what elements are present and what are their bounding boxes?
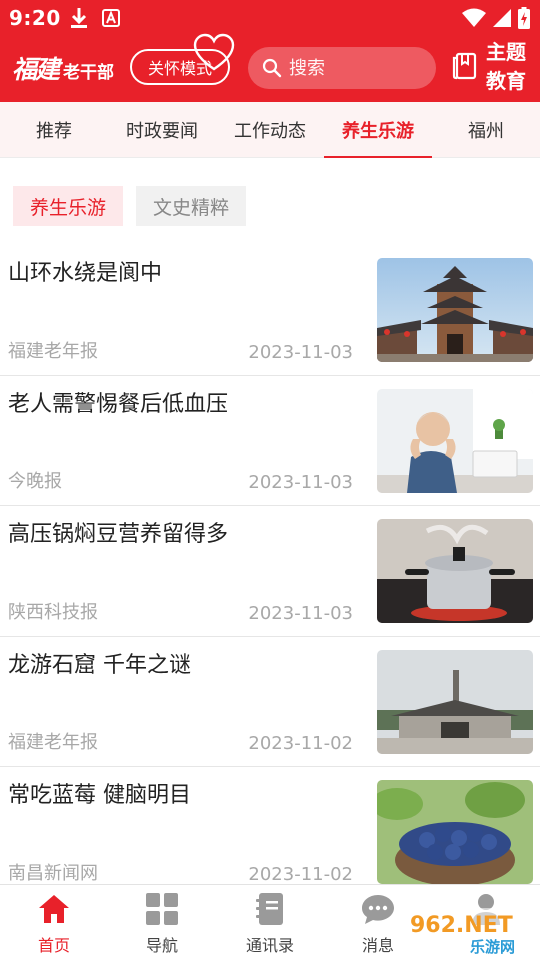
app-logo: 福建 老干部	[12, 50, 120, 86]
news-title: 高压锅焖豆营养留得多	[8, 522, 229, 547]
news-date: 2023-11-03	[248, 472, 353, 493]
logo-sub-text: 老干部	[63, 63, 115, 83]
news-source: 南昌新闻网	[8, 862, 98, 884]
nav-home-label: 首页	[37, 936, 70, 955]
home-icon	[39, 895, 69, 923]
news-title: 老人需警惕餐后低血压	[8, 391, 229, 417]
news-thumbnail-blueberries	[377, 780, 533, 884]
nav-contacts[interactable]: 通讯录	[216, 885, 324, 960]
news-date: 2023-11-03	[248, 602, 353, 624]
news-list: 山环水绕是阆中 福建老年报 2023-11-03 老人需警惕餐后低血压 今晚报 …	[0, 245, 540, 885]
nav-navigation[interactable]: 导航	[108, 885, 216, 960]
site-watermark: 962.NET 乐游网	[402, 908, 536, 956]
heart-icon	[193, 33, 235, 71]
search-input[interactable]	[289, 57, 429, 79]
theme-education-label: 主题 教育	[486, 38, 536, 96]
app-screen: 9:20 福建 老干部 关怀模式 搜索 主题 教育 推荐 时政要闻 工作动态 养…	[0, 0, 540, 960]
search-bar[interactable]	[248, 47, 436, 89]
theme-education-button[interactable]: 主题 教育	[452, 38, 536, 96]
tab-work-updates[interactable]: 工作动态	[216, 102, 324, 158]
news-thumbnail-pagoda-gate	[377, 258, 533, 362]
list-item[interactable]: 龙游石窟 千年之谜 福建老年报 2023-11-02	[0, 637, 540, 767]
chat-bubble-icon	[362, 895, 394, 924]
app-header: 9:20 福建 老干部 关怀模式 搜索 主题 教育	[0, 0, 540, 102]
battery-icon	[518, 7, 530, 29]
news-source: 福建老年报	[8, 340, 98, 362]
tab-politics-news[interactable]: 时政要闻	[108, 102, 216, 158]
tab-recommend[interactable]: 推荐	[0, 102, 108, 158]
list-item[interactable]: 山环水绕是阆中 福建老年报 2023-11-03	[0, 245, 540, 376]
news-source: 今晚报	[8, 471, 62, 492]
care-mode-button[interactable]: 关怀模式	[130, 33, 235, 85]
category-tabs: 推荐 时政要闻 工作动态 养生乐游 福州	[0, 102, 540, 158]
logo-brush-text: 福建	[12, 55, 60, 84]
news-title: 龙游石窟 千年之谜	[8, 652, 191, 678]
nav-navigation-label: 导航	[145, 936, 178, 955]
news-thumbnail-elderly-man	[377, 388, 533, 493]
tag-literature-history[interactable]: 文史精粹	[136, 186, 246, 226]
status-time: 9:20	[9, 6, 61, 30]
signal-icon	[493, 9, 511, 27]
grid-icon	[146, 893, 178, 925]
tab-fuzhou[interactable]: 福州	[432, 102, 540, 158]
status-bar: 9:20	[0, 0, 540, 36]
contacts-book-icon	[256, 893, 283, 925]
nav-contacts-label: 通讯录	[245, 936, 294, 955]
wifi-icon	[462, 8, 486, 27]
news-source: 陕西科技报	[8, 601, 98, 623]
news-title: 常吃蓝莓 健脑明目	[8, 783, 191, 808]
watermark-sub: 乐游网	[470, 938, 515, 956]
theme-line-1: 主题	[486, 40, 526, 64]
nav-home[interactable]: 首页	[0, 885, 108, 960]
news-date: 2023-11-02	[248, 863, 353, 885]
download-icon	[71, 8, 87, 28]
tag-health-travel[interactable]: 养生乐游	[13, 186, 123, 226]
search-icon	[262, 58, 282, 78]
news-source: 福建老年报	[8, 732, 98, 753]
news-date: 2023-11-03	[248, 341, 353, 363]
news-date: 2023-11-02	[248, 733, 353, 754]
accessibility-a-icon	[102, 9, 120, 27]
list-item[interactable]: 老人需警惕餐后低血压 今晚报 2023-11-03	[0, 376, 540, 506]
news-thumbnail-grotto-building	[377, 649, 533, 754]
watermark-main: 962.NET	[410, 913, 513, 938]
news-title: 山环水绕是阆中	[8, 261, 163, 286]
list-item[interactable]: 常吃蓝莓 健脑明目 南昌新闻网 2023-11-02	[0, 767, 540, 885]
tab-health-travel[interactable]: 养生乐游	[324, 102, 432, 158]
list-item[interactable]: 高压锅焖豆营养留得多 陕西科技报 2023-11-03	[0, 506, 540, 637]
book-icon	[452, 52, 477, 80]
theme-line-2: 教育	[486, 69, 526, 93]
news-thumbnail-pressure-cooker	[377, 519, 533, 623]
sub-category-tags: 养生乐游 文史精粹	[13, 186, 259, 226]
